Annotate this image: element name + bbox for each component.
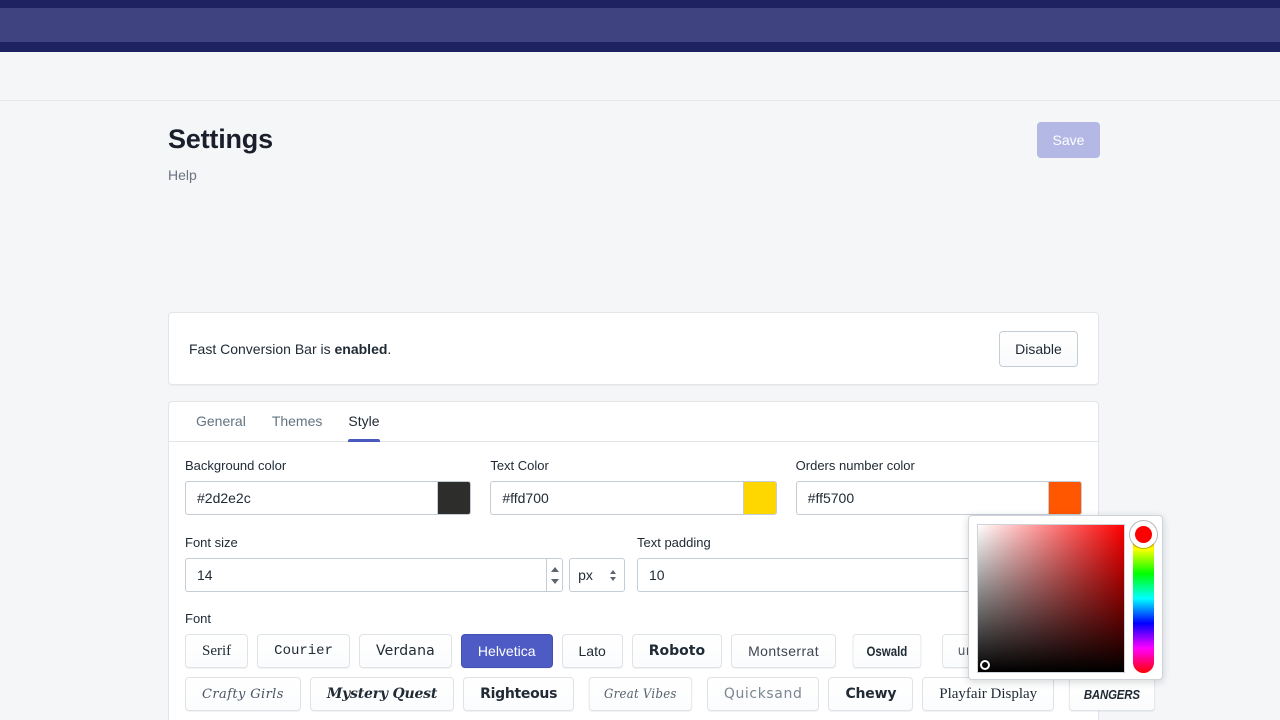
- font-label: Font: [185, 611, 212, 626]
- font-chip-chewy[interactable]: Chewy: [828, 677, 914, 711]
- font-size-unit-select[interactable]: px: [569, 558, 626, 592]
- font-chip-list: Serif Courier Verdana Helvetica Lato Roboto Mo…: [185, 634, 1155, 720]
- status-banner: Fast Conversion Bar is enabled. Disable: [168, 312, 1099, 385]
- color-picker-popup[interactable]: [968, 515, 1163, 680]
- hue-slider[interactable]: [1130, 521, 1158, 673]
- font-chip-helvetica[interactable]: Helvetica: [460, 634, 553, 668]
- font-chip-crafty-girls[interactable]: Crafty Girls: [185, 677, 301, 711]
- text-color-input[interactable]: [490, 481, 743, 515]
- chevron-updown-icon: [610, 569, 617, 581]
- font-section: Font Serif Courier Verdana Helvetica Lato Rob…: [185, 610, 1155, 720]
- font-chip-great-vibes[interactable]: Great Vibes: [588, 677, 693, 711]
- banner-suffix: .: [387, 340, 392, 357]
- save-button[interactable]: Save: [1037, 122, 1100, 158]
- banner-status: enabled: [334, 340, 388, 357]
- text-color-label: Text Color: [490, 458, 549, 473]
- orders-number-color-label: Orders number color: [795, 458, 915, 473]
- size-padding-row: Font size px: [185, 534, 1082, 592]
- font-size-stepper[interactable]: [546, 558, 564, 592]
- font-size-field: Font size px: [185, 534, 626, 592]
- tab-bar: General Themes Style: [169, 402, 1098, 442]
- text-color-swatch[interactable]: [742, 481, 777, 515]
- orders-number-color-field: Orders number color: [795, 457, 1082, 515]
- font-chip-verdana[interactable]: Verdana: [358, 634, 452, 668]
- text-color-field: Text Color: [490, 457, 777, 515]
- banner-prefix: Fast Conversion Bar is: [189, 340, 335, 357]
- disable-button[interactable]: Disable: [999, 330, 1078, 367]
- background-color-field: Background color: [185, 457, 472, 515]
- font-chip-righteous[interactable]: Righteous: [463, 677, 575, 711]
- settings-card: General Themes Style Background color Te…: [168, 401, 1155, 720]
- background-color-swatch[interactable]: [437, 481, 472, 515]
- font-size-label: Font size: [185, 535, 238, 550]
- help-link[interactable]: Help: [168, 166, 1112, 184]
- font-row-2: Crafty Girls Mystery Quest Righteous Great …: [185, 677, 1155, 711]
- font-size-input[interactable]: [185, 558, 547, 592]
- page-title: Settings: [168, 124, 273, 154]
- font-size-unit-value: px: [578, 567, 593, 583]
- font-chip-courier[interactable]: Courier: [257, 634, 350, 668]
- orders-number-color-input[interactable]: [795, 481, 1048, 515]
- hue-slider-handle[interactable]: [1130, 521, 1158, 548]
- tab-style[interactable]: Style: [335, 402, 392, 442]
- app-subheader: [0, 52, 1280, 101]
- app-header-bar: [0, 8, 1280, 42]
- font-chip-lato[interactable]: Lato: [561, 634, 623, 668]
- font-chip-mystery-quest[interactable]: Mystery Quest: [309, 677, 455, 711]
- font-chip-quicksand[interactable]: Quicksand: [706, 677, 820, 711]
- stepper-up-icon[interactable]: [550, 566, 559, 572]
- app-top-band: [0, 0, 1280, 8]
- font-chip-montserrat[interactable]: Montserrat: [731, 634, 837, 668]
- font-chip-serif[interactable]: Serif: [185, 634, 249, 668]
- background-color-label: Background color: [185, 458, 287, 473]
- tab-general[interactable]: General: [183, 402, 259, 442]
- banner-message: Fast Conversion Bar is enabled.: [189, 341, 999, 357]
- saturation-value-area[interactable]: [977, 524, 1126, 673]
- app-header-bottom-band: [0, 42, 1280, 52]
- font-chip-roboto[interactable]: Roboto: [631, 634, 723, 668]
- color-fields-row: Background color Text Color Orders numbe…: [185, 457, 1082, 515]
- stepper-down-icon[interactable]: [550, 578, 559, 584]
- tab-themes[interactable]: Themes: [259, 402, 336, 442]
- background-color-input[interactable]: [185, 481, 438, 515]
- orders-number-color-swatch[interactable]: [1047, 481, 1082, 515]
- font-chip-oswald[interactable]: Oswald: [852, 634, 922, 668]
- saturation-value-handle[interactable]: [980, 660, 990, 670]
- font-chip-bangers[interactable]: Bangers: [1069, 677, 1155, 711]
- style-panel: Background color Text Color Orders numbe…: [169, 442, 1155, 720]
- font-row-1: Serif Courier Verdana Helvetica Lato Roboto Mo…: [185, 634, 1082, 668]
- settings-page: Settings Help Save Fast Conversion Bar i…: [0, 101, 1280, 720]
- font-chip-playfair-display[interactable]: Playfair Display: [922, 677, 1055, 711]
